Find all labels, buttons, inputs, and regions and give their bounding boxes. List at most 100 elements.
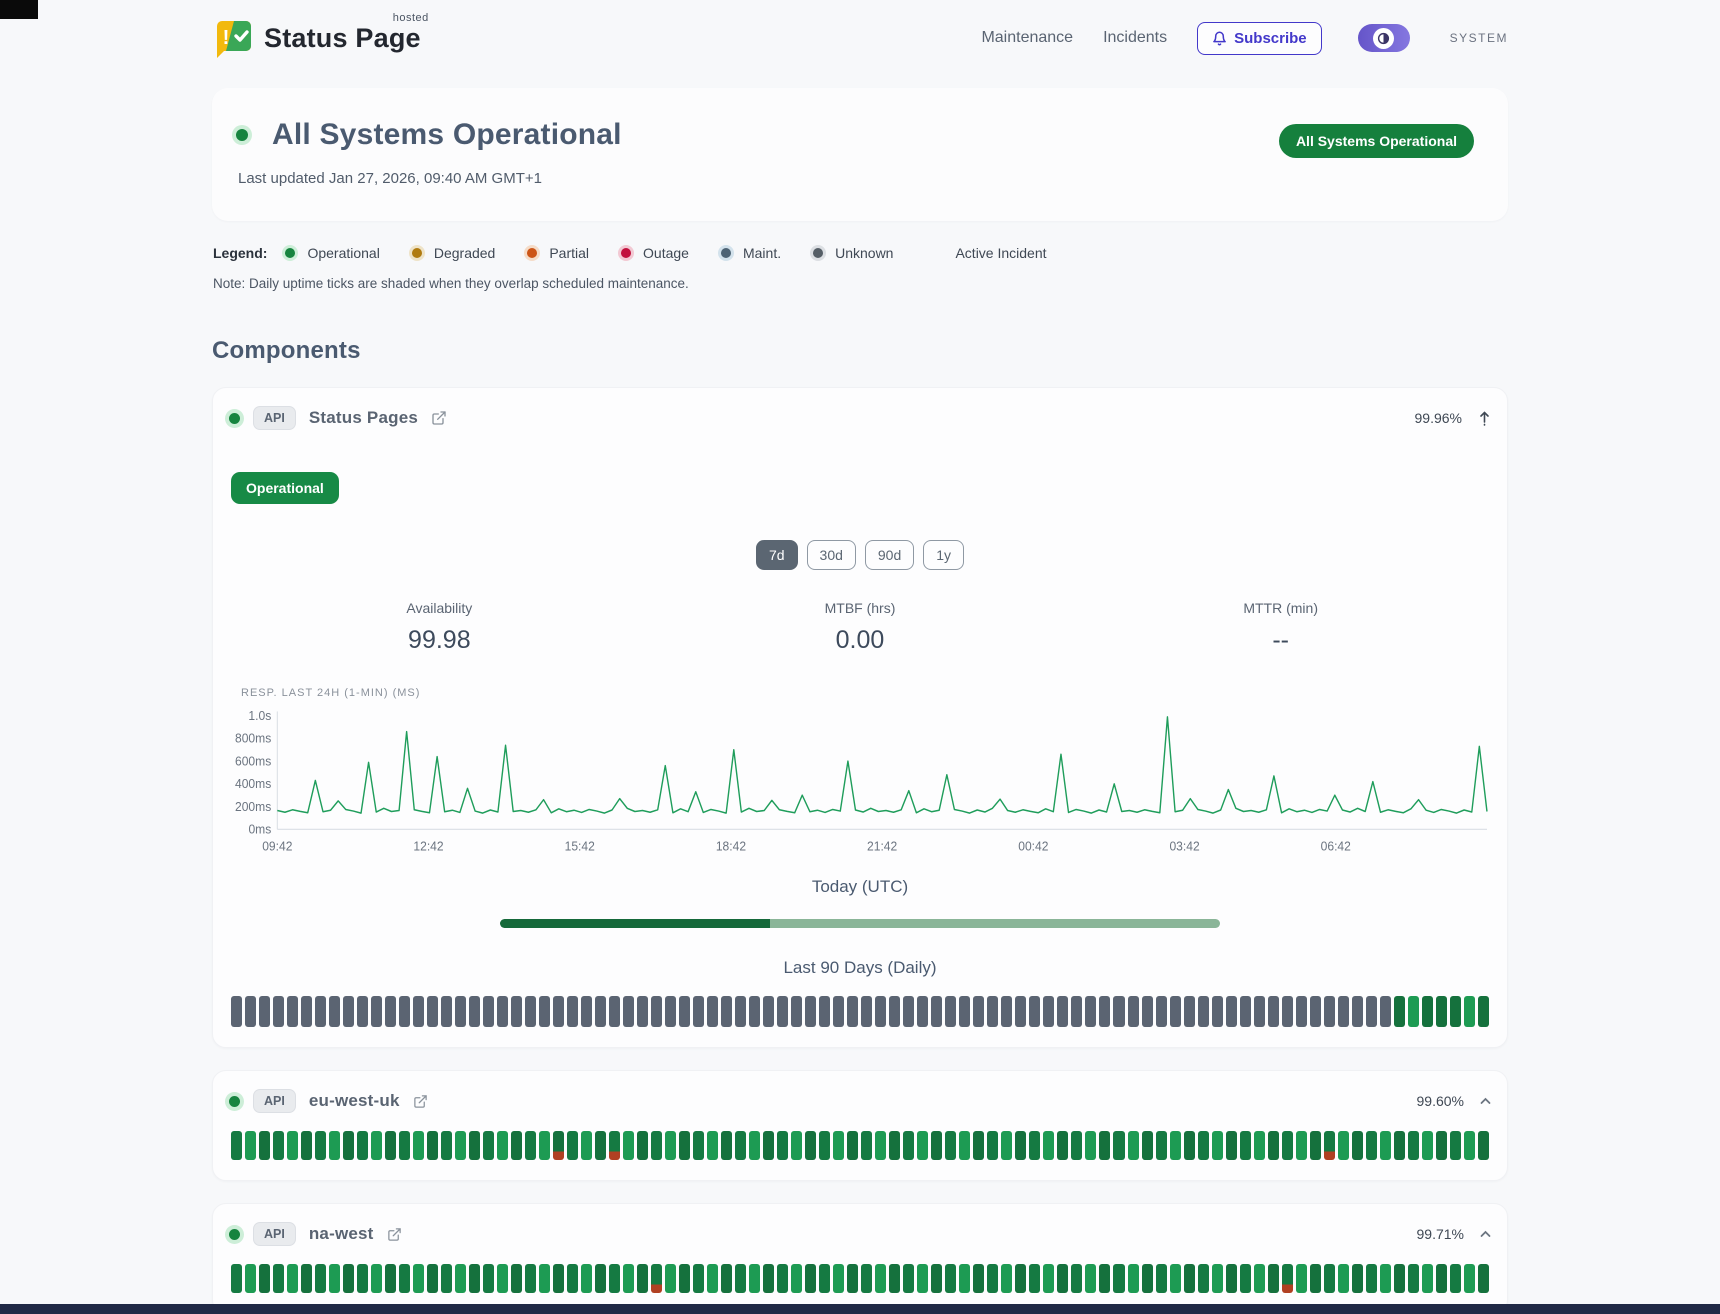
uptime-tick[interactable] (1057, 1131, 1068, 1160)
uptime-tick[interactable] (1240, 1264, 1251, 1293)
uptime-tick[interactable] (259, 1131, 270, 1160)
nav-maintenance-link[interactable]: Maintenance (981, 29, 1073, 47)
uptime-tick[interactable] (1366, 996, 1377, 1027)
uptime-tick[interactable] (931, 1131, 942, 1160)
uptime-tick[interactable] (1198, 996, 1209, 1027)
uptime-tick[interactable] (357, 1131, 368, 1160)
uptime-tick[interactable] (301, 1131, 312, 1160)
uptime-tick[interactable] (1450, 996, 1461, 1027)
uptime-tick[interactable] (917, 996, 928, 1027)
uptime-tick[interactable] (259, 1264, 270, 1293)
uptime-tick[interactable] (1198, 1264, 1209, 1293)
uptime-tick[interactable] (973, 1131, 984, 1160)
uptime-tick[interactable] (637, 1264, 648, 1293)
uptime-tick[interactable] (567, 1131, 578, 1160)
uptime-tick[interactable] (301, 996, 312, 1027)
uptime-tick[interactable] (329, 1264, 340, 1293)
uptime-tick[interactable] (609, 1264, 620, 1293)
uptime-tick[interactable] (1113, 996, 1124, 1027)
uptime-tick[interactable] (1268, 1131, 1279, 1160)
uptime-tick[interactable] (1184, 996, 1195, 1027)
uptime-tick[interactable] (1352, 996, 1363, 1027)
uptime-tick[interactable] (917, 1264, 928, 1293)
uptime-tick[interactable] (511, 1131, 522, 1160)
uptime-tick[interactable] (1282, 1131, 1293, 1160)
uptime-tick[interactable] (945, 996, 956, 1027)
uptime-tick[interactable] (791, 1131, 802, 1160)
uptime-tick[interactable] (595, 996, 606, 1027)
uptime-tick[interactable] (1001, 996, 1012, 1027)
uptime-tick[interactable] (945, 1264, 956, 1293)
uptime-tick[interactable] (539, 1131, 550, 1160)
uptime-tick[interactable] (889, 1264, 900, 1293)
uptime-tick[interactable] (1436, 996, 1447, 1027)
uptime-tick[interactable] (1324, 1264, 1335, 1293)
uptime-tick[interactable] (1380, 1264, 1391, 1293)
uptime-tick[interactable] (693, 1264, 704, 1293)
uptime-tick[interactable] (931, 996, 942, 1027)
uptime-tick[interactable] (693, 1131, 704, 1160)
uptime-tick[interactable] (1226, 1131, 1237, 1160)
uptime-tick[interactable] (987, 1131, 998, 1160)
uptime-tick[interactable] (651, 1131, 662, 1160)
uptime-tick[interactable] (679, 1264, 690, 1293)
component-name-status-pages[interactable]: Status Pages (309, 408, 418, 428)
uptime-tick[interactable] (623, 1131, 634, 1160)
uptime-tick[interactable] (1156, 1131, 1167, 1160)
external-link-icon[interactable] (431, 410, 447, 426)
uptime-tick[interactable] (1394, 996, 1405, 1027)
uptime-tick[interactable] (861, 1264, 872, 1293)
uptime-tick[interactable] (1029, 1264, 1040, 1293)
uptime-tick[interactable] (819, 1264, 830, 1293)
uptime-tick[interactable] (413, 1264, 424, 1293)
uptime-tick[interactable] (847, 1131, 858, 1160)
uptime-tick[interactable] (273, 1131, 284, 1160)
uptime-tick[interactable] (315, 1264, 326, 1293)
uptime-tick[interactable] (343, 1131, 354, 1160)
uptime-tick[interactable] (511, 996, 522, 1027)
uptime-tick[interactable] (819, 996, 830, 1027)
external-link-icon[interactable] (387, 1227, 402, 1242)
uptime-tick[interactable] (903, 1131, 914, 1160)
uptime-tick[interactable] (385, 996, 396, 1027)
uptime-tick[interactable] (903, 1264, 914, 1293)
uptime-tick[interactable] (1310, 1131, 1321, 1160)
uptime-tick[interactable] (707, 1264, 718, 1293)
uptime-tick[interactable] (595, 1264, 606, 1293)
uptime-tick[interactable] (1408, 1131, 1419, 1160)
uptime-tick[interactable] (1464, 1264, 1475, 1293)
uptime-tick[interactable] (287, 1131, 298, 1160)
uptime-tick[interactable] (1478, 996, 1489, 1027)
uptime-tick[interactable] (343, 1264, 354, 1293)
uptime-tick[interactable] (1184, 1264, 1195, 1293)
uptime-tick[interactable] (469, 1264, 480, 1293)
nav-incidents-link[interactable]: Incidents (1103, 29, 1167, 47)
uptime-tick[interactable] (777, 1264, 788, 1293)
uptime-tick[interactable] (469, 996, 480, 1027)
uptime-tick[interactable] (721, 1131, 732, 1160)
uptime-tick[interactable] (1071, 1131, 1082, 1160)
uptime-tick[interactable] (287, 1264, 298, 1293)
uptime-tick[interactable] (707, 1131, 718, 1160)
uptime-tick[interactable] (1128, 1131, 1139, 1160)
uptime-tick[interactable] (1366, 1131, 1377, 1160)
uptime-tick[interactable] (861, 1131, 872, 1160)
uptime-tick[interactable] (273, 996, 284, 1027)
uptime-tick[interactable] (777, 996, 788, 1027)
uptime-tick[interactable] (1296, 1131, 1307, 1160)
uptime-tick[interactable] (959, 1131, 970, 1160)
uptime-tick[interactable] (1324, 996, 1335, 1027)
uptime-tick[interactable] (875, 1264, 886, 1293)
uptime-tick[interactable] (875, 1131, 886, 1160)
uptime-tick[interactable] (343, 996, 354, 1027)
uptime-tick[interactable] (525, 1264, 536, 1293)
uptime-tick[interactable] (1226, 1264, 1237, 1293)
uptime-tick[interactable] (735, 1264, 746, 1293)
uptime-tick[interactable] (735, 1131, 746, 1160)
uptime-tick[interactable] (1408, 996, 1419, 1027)
uptime-tick[interactable] (1071, 996, 1082, 1027)
expand-component-button[interactable] (1480, 1230, 1491, 1238)
uptime-tick[interactable] (399, 1264, 410, 1293)
uptime-tick[interactable] (1436, 1131, 1447, 1160)
uptime-tick[interactable] (567, 1264, 578, 1293)
